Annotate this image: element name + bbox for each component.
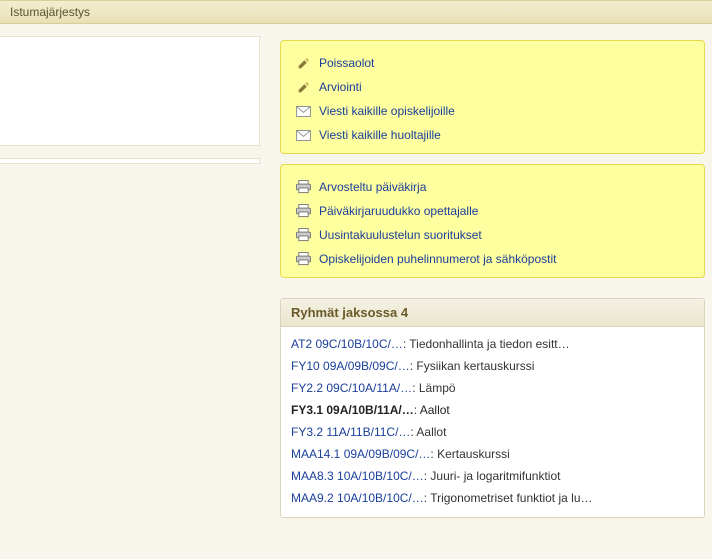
- action-edit-link[interactable]: Viesti kaikille opiskelijoille: [319, 104, 455, 118]
- action-print-row: Uusintakuulustelun suoritukset: [295, 223, 690, 247]
- group-row: MAA9.2 10A/10B/10C/…: Trigonometriset fu…: [291, 487, 694, 509]
- group-row: FY2.2 09C/10A/11A/…: Lämpö: [291, 377, 694, 399]
- action-edit-row: Viesti kaikille opiskelijoille: [295, 99, 690, 123]
- group-code-link[interactable]: FY3.1 09A/10B/11A/…: [291, 403, 414, 417]
- print-icon: [295, 252, 311, 266]
- print-icon: [295, 204, 311, 218]
- actions-box-print: Arvosteltu päiväkirja Päiväkirjaruudukko …: [280, 164, 705, 278]
- action-print-row: Päiväkirjaruudukko opettajalle: [295, 199, 690, 223]
- action-edit-row: Arviointi: [295, 75, 690, 99]
- action-edit-row: Poissaolot: [295, 51, 690, 75]
- actions-box-edit: Poissaolot Arviointi Viesti kaikille opisk…: [280, 40, 705, 154]
- group-code-link[interactable]: FY2.2 09C/10A/11A/…: [291, 381, 412, 395]
- action-edit-link[interactable]: Poissaolot: [319, 56, 374, 70]
- action-print-link[interactable]: Opiskelijoiden puhelinnumerot ja sähköpo…: [319, 252, 556, 266]
- mail-icon: [295, 104, 311, 118]
- group-code-link[interactable]: FY3.2 11A/11B/11C/…: [291, 425, 410, 439]
- print-icon: [295, 228, 311, 242]
- pencil-icon: [295, 56, 311, 70]
- pencil-icon: [295, 80, 311, 94]
- group-row: FY3.1 09A/10B/11A/…: Aallot: [291, 399, 694, 421]
- group-desc: Aallot: [416, 425, 446, 439]
- group-code-link[interactable]: MAA9.2 10A/10B/10C/…: [291, 491, 424, 505]
- group-desc: Trigonometriset funktiot ja lu…: [430, 491, 592, 505]
- group-desc: Lämpö: [419, 381, 456, 395]
- groups-panel-body: AT2 09C/10B/10C/…: Tiedonhallinta ja tie…: [281, 327, 704, 517]
- topbar-title: Istumajärjestys: [10, 5, 90, 19]
- group-row: FY10 09A/09B/09C/…: Fysiikan kertauskurs…: [291, 355, 694, 377]
- groups-panel-title: Ryhmät jaksossa 4: [281, 299, 704, 327]
- action-print-link[interactable]: Uusintakuulustelun suoritukset: [319, 228, 482, 242]
- action-print-row: Opiskelijoiden puhelinnumerot ja sähköpo…: [295, 247, 690, 271]
- group-desc: Kertauskurssi: [437, 447, 510, 461]
- group-row: MAA8.3 10A/10B/10C/…: Juuri- ja logaritm…: [291, 465, 694, 487]
- groups-panel: Ryhmät jaksossa 4 AT2 09C/10B/10C/…: Tie…: [280, 298, 705, 518]
- action-edit-link[interactable]: Arviointi: [319, 80, 362, 94]
- group-code-link[interactable]: FY10 09A/09B/09C/…: [291, 359, 410, 373]
- group-code-link[interactable]: AT2 09C/10B/10C/…: [291, 337, 403, 351]
- action-print-link[interactable]: Arvosteltu päiväkirja: [319, 180, 426, 194]
- topbar: Istumajärjestys: [0, 0, 712, 24]
- action-print-row: Arvosteltu päiväkirja: [295, 175, 690, 199]
- left-box-2: [0, 158, 260, 164]
- right-column: Poissaolot Arviointi Viesti kaikille opisk…: [280, 40, 705, 518]
- action-print-link[interactable]: Päiväkirjaruudukko opettajalle: [319, 204, 478, 218]
- left-column: [0, 36, 260, 164]
- group-code-link[interactable]: MAA14.1 09A/09B/09C/…: [291, 447, 430, 461]
- group-row: AT2 09C/10B/10C/…: Tiedonhallinta ja tie…: [291, 333, 694, 355]
- action-edit-row: Viesti kaikille huoltajille: [295, 123, 690, 147]
- group-desc: Tiedonhallinta ja tiedon esitt…: [409, 337, 569, 351]
- group-code-link[interactable]: MAA8.3 10A/10B/10C/…: [291, 469, 424, 483]
- group-desc: Aallot: [420, 403, 450, 417]
- print-icon: [295, 180, 311, 194]
- group-desc: Fysiikan kertauskurssi: [416, 359, 534, 373]
- group-row: FY3.2 11A/11B/11C/…: Aallot: [291, 421, 694, 443]
- group-desc: Juuri- ja logaritmifunktiot: [430, 469, 560, 483]
- group-row: MAA14.1 09A/09B/09C/…: Kertauskurssi: [291, 443, 694, 465]
- mail-icon: [295, 128, 311, 142]
- left-box-1: [0, 36, 260, 146]
- action-edit-link[interactable]: Viesti kaikille huoltajille: [319, 128, 441, 142]
